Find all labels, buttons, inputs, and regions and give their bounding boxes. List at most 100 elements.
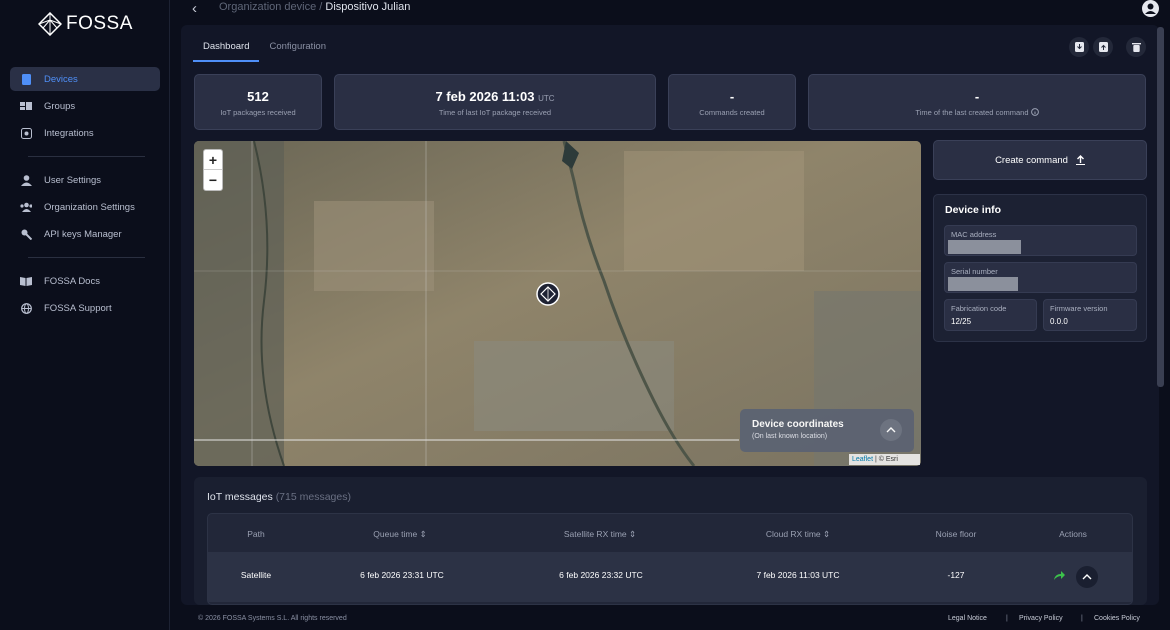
column-path: Path [247,529,265,539]
upload-arrow-icon [1075,155,1085,165]
sidebar-item-user-settings[interactable]: User Settings [10,168,160,192]
stat-label: IoT packages received [220,108,296,117]
cell-satellite-rx-time: 6 feb 2026 23:32 UTC [559,570,643,580]
sidebar-item-integrations[interactable]: Integrations [10,121,160,145]
device-location-marker[interactable] [536,282,560,306]
serial-number-label: Serial number [951,267,998,276]
chevron-up-icon [886,427,896,433]
sort-icon: ⇕ [419,529,427,539]
breadcrumb-current: Dispositivo Julian [325,1,411,13]
mac-address-field: MAC address [944,225,1137,256]
stat-value: - [729,89,735,104]
device-info-title: Device info [945,204,1002,216]
map-zoom-control: + − [203,149,223,191]
column-noise-floor: Noise floor [935,529,977,539]
stat-label: Time of the last created command [809,108,1145,117]
account-icon[interactable] [1142,0,1159,22]
coords-title: Device coordinates [752,419,844,430]
stat-value: 512 [247,89,269,104]
stat-value: 7 feb 2026 11:03 UTC [435,89,555,104]
download-button[interactable] [1069,37,1089,57]
fabrication-code-label: Fabrication code [951,304,1007,313]
firmware-version-value: 0.0.0 [1050,317,1068,326]
mac-address-label: MAC address [951,230,997,239]
sidebar-divider [28,257,145,258]
stat-value: - [974,89,980,104]
zoom-in-button[interactable]: + [204,150,222,170]
create-command-button[interactable]: Create command [933,140,1147,180]
cell-cloud-rx-time: 7 feb 2026 11:03 UTC [756,570,840,580]
forward-arrow-icon[interactable] [1053,570,1066,581]
brand-logo[interactable]: FOSSA [38,12,133,36]
cell-queue-time: 6 feb 2026 23:31 UTC [360,570,444,580]
globe-icon [20,302,32,314]
create-command-label: Create command [995,154,1068,166]
iot-messages-title: IoT messages (715 messages) [207,491,351,503]
sidebar-item-groups[interactable]: Groups [10,94,160,118]
tab-configuration[interactable]: Configuration [259,35,336,62]
fossa-logo-icon [38,12,62,36]
stat-last-package-time: 7 feb 2026 11:03 UTC Time of last IoT pa… [334,74,656,130]
sidebar-item-fossa-docs[interactable]: FOSSA Docs [10,269,160,293]
cell-noise-floor: -127 [947,570,965,580]
legal-notice-link[interactable]: Legal Notice [948,615,987,622]
cookies-policy-link[interactable]: Cookies Policy [1094,615,1140,622]
fabrication-code-value: 12/25 [951,317,972,326]
expand-row-button[interactable] [1076,566,1098,588]
serial-number-field: Serial number [944,262,1137,293]
sidebar-divider [28,156,145,157]
breadcrumb-parent[interactable]: Organization device / [219,1,322,13]
leaflet-link[interactable]: Leaflet [852,456,873,463]
sidebar-item-label: FOSSA Support [44,302,112,314]
firmware-version-label: Firmware version [1050,304,1108,313]
sidebar-item-fossa-support[interactable]: FOSSA Support [10,296,160,320]
top-bar: ‹ Organization device / Dispositivo Juli… [170,0,1170,22]
sidebar-item-api-keys[interactable]: API keys Manager [10,222,160,246]
stat-last-command-time: - Time of the last created command [808,74,1146,130]
stat-commands-created: - Commands created [668,74,796,130]
trash-icon [1131,43,1141,52]
map-attribution: Leaflet | © Esri [849,454,920,465]
stat-label: Time of last IoT package received [438,108,552,117]
upload-icon [1098,42,1108,52]
integrations-icon [20,127,32,139]
info-icon [1030,108,1039,116]
delete-button[interactable] [1126,37,1146,57]
column-queue-time[interactable]: Queue time ⇕ [373,529,426,540]
column-satellite-rx-time[interactable]: Satellite RX time ⇕ [564,529,636,540]
sidebar-item-label: User Settings [44,174,102,186]
device-info-card: Device info MAC address Serial number Fa… [933,194,1147,342]
stat-label: Commands created [699,108,765,117]
user-icon [20,174,32,186]
sidebar-item-label: Organization Settings [44,201,135,213]
org-icon [20,201,32,213]
table-row[interactable]: Satellite 6 feb 2026 23:31 UTC 6 feb 202… [208,552,1132,602]
back-icon[interactable]: ‹ [192,0,197,17]
sidebar-item-label: FOSSA Docs [44,275,100,287]
tab-dashboard[interactable]: Dashboard [193,35,260,62]
coords-subtitle: (On last known location) [752,433,828,440]
device-icon [20,73,32,85]
fabrication-code-field: Fabrication code 12/25 [944,299,1037,331]
upload-button[interactable] [1093,37,1113,57]
sidebar-item-label: Devices [44,73,78,85]
sidebar-item-organization-settings[interactable]: Organization Settings [10,195,160,219]
firmware-version-field: Firmware version 0.0.0 [1043,299,1137,331]
expand-coords-button[interactable] [880,419,902,441]
stat-iot-packages: 512 IoT packages received [194,74,322,130]
zoom-out-button[interactable]: − [204,170,222,190]
sidebar-item-label: Integrations [44,127,94,139]
copyright: © 2026 FOSSA Systems S.L. All rights res… [198,615,347,622]
sidebar-item-label: Groups [44,100,76,112]
tab-bar: Dashboard Configuration [193,35,336,62]
key-icon [20,228,32,240]
sidebar-item-label: API keys Manager [44,228,122,240]
iot-messages-table: Path Queue time ⇕ Satellite RX time ⇕ Cl… [207,513,1133,605]
download-icon [1074,42,1084,52]
sort-icon: ⇕ [629,529,637,539]
column-cloud-rx-time[interactable]: Cloud RX time ⇕ [766,529,830,540]
sidebar-item-devices[interactable]: Devices [10,67,160,91]
privacy-policy-link[interactable]: Privacy Policy [1019,615,1063,622]
scrollbar[interactable] [1157,27,1164,387]
footer-separator: | [1006,615,1008,622]
